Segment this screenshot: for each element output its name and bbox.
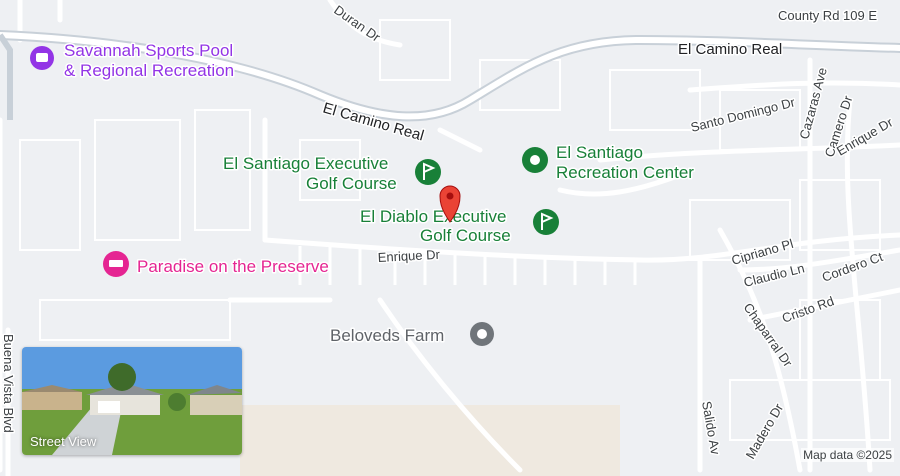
street-view-thumbnail[interactable]: Street View — [22, 347, 242, 455]
road-label-county-rd: County Rd 109 E — [778, 8, 877, 23]
street-view-label: Street View — [30, 434, 97, 449]
poi-label-santiago-golf-line2: Golf Course — [306, 174, 397, 193]
open-land-area — [240, 405, 620, 476]
map-attribution: Map data ©2025 — [801, 448, 894, 462]
poi-label-santiago-golf-line1: El Santiago Executive — [223, 154, 388, 173]
road-label-el-camino-real-east: El Camino Real — [678, 41, 782, 58]
golf-icon — [533, 209, 559, 235]
poi-label-santiago-rec-line2: Recreation Center — [556, 163, 694, 182]
poi-label-diablo-line2: Golf Course — [420, 226, 511, 245]
road-label-buena-vista: Buena Vista Blvd — [1, 334, 16, 433]
poi-label-savannah-line1: Savannah Sports Pool — [64, 41, 233, 60]
golf-icon — [415, 159, 441, 185]
poi-label-diablo-line1: El Diablo Executive — [360, 207, 506, 226]
poi-label-santiago-rec-line1: El Santiago — [556, 143, 643, 162]
poi-label-paradise: Paradise on the Preserve — [137, 257, 329, 276]
poi-label-savannah-line2: & Regional Recreation — [64, 61, 234, 80]
poi-label-beloveds: Beloveds Farm — [330, 326, 444, 345]
